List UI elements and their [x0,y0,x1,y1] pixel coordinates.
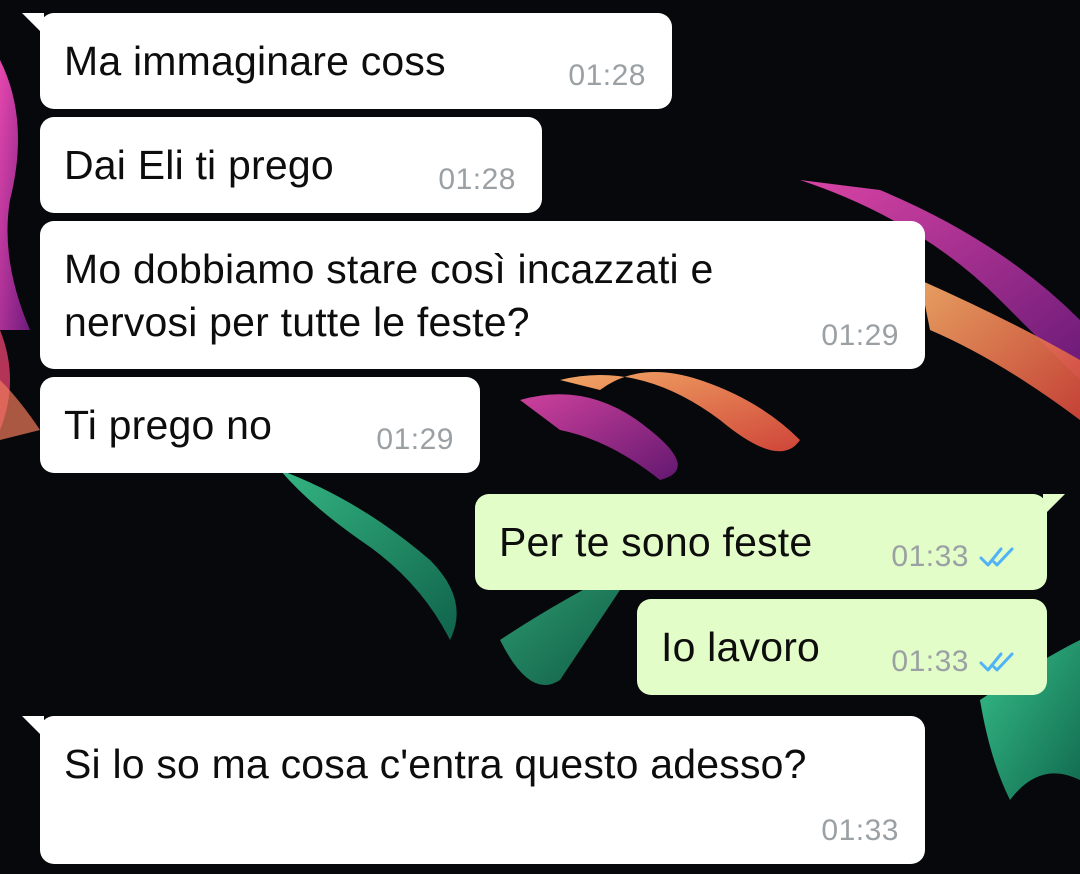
message-time: 01:29 [376,423,454,456]
message-meta: 01:33 [891,540,1021,574]
double-check-read-icon [979,652,1014,672]
message-text: Dai Eli ti prego [64,142,334,188]
message-time: 01:33 [891,645,969,678]
message-meta: 01:28 [568,59,646,93]
message-text: Mo dobbiamo stare così incazzati e nervo… [64,246,714,345]
message-bubble-outgoing[interactable]: Io lavoro 01:33 [637,599,1047,695]
bubble-tail [1043,494,1065,516]
message-bubble-incoming[interactable]: Ti prego no 01:29 [40,377,480,473]
message-bubble-outgoing[interactable]: Per te sono feste 01:33 [475,494,1065,590]
message-text: Io lavoro [661,624,821,670]
message-time: 01:29 [821,319,899,352]
message-text: Ti prego no [64,402,273,448]
message-time: 01:28 [568,59,646,92]
message-text: Si lo so ma cosa c'entra questo adesso? [64,741,807,787]
message-time: 01:28 [438,163,516,196]
message-time: 01:33 [891,540,969,573]
message-bubble-incoming[interactable]: Ma immaginare coss 01:28 [22,13,672,109]
message-bubble-incoming[interactable]: Dai Eli ti prego 01:28 [40,117,542,213]
message-meta: 01:33 [891,645,1021,679]
bubble-tail [22,13,44,35]
double-check-read-icon [979,547,1014,567]
message-text: Per te sono feste [499,519,813,565]
bubble-tail [22,716,44,738]
message-bubble-incoming[interactable]: Si lo so ma cosa c'entra questo adesso? … [22,716,925,864]
message-time: 01:33 [821,814,899,847]
message-bubble-incoming[interactable]: Mo dobbiamo stare così incazzati e nervo… [40,221,925,369]
message-meta: 01:29 [376,423,454,457]
chat-conversation[interactable]: Ma immaginare coss 01:28 Dai Eli ti preg… [0,0,1080,874]
message-meta: 01:33 [821,814,899,848]
message-meta: 01:29 [821,319,899,353]
message-meta: 01:28 [438,163,516,197]
message-text: Ma immaginare coss [64,38,446,84]
